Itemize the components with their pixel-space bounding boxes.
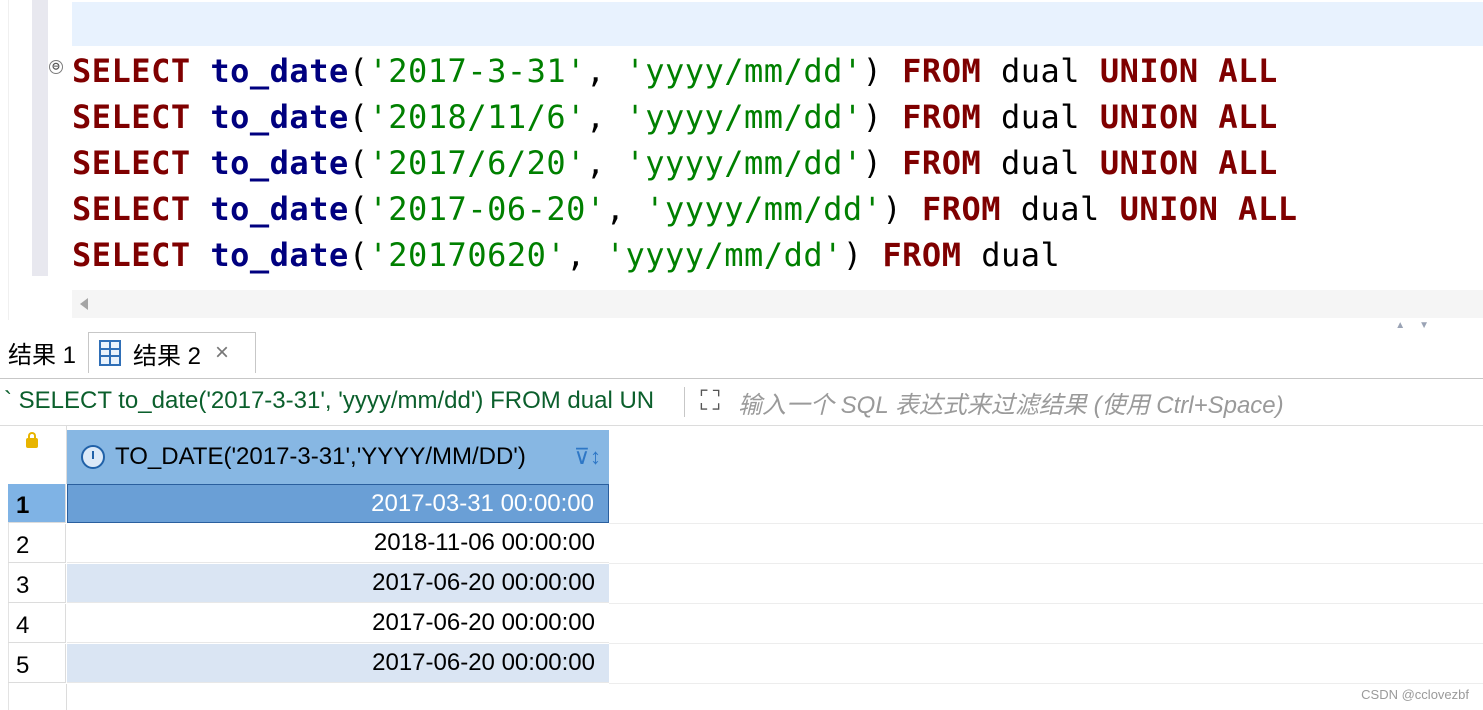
code-token: SELECT — [72, 236, 211, 274]
code-token: 'yyyy/mm/dd' — [625, 52, 863, 90]
expand-icon[interactable]: ⛶ — [694, 385, 726, 417]
code-token: '2017-3-31' — [368, 52, 586, 90]
query-text-label: ` SELECT to_date('2017-3-31', 'yyyy/mm/d… — [4, 387, 655, 414]
horizontal-scrollbar[interactable] — [72, 290, 1483, 318]
code-token: ) — [842, 236, 883, 274]
code-token: SELECT — [72, 52, 211, 90]
sql-editor[interactable]: ⊖ SELECT to_date('2017-3-31', 'yyyy/mm/d… — [0, 0, 1483, 320]
code-token: '2017/6/20' — [368, 144, 586, 182]
code-token: FROM — [902, 98, 1001, 136]
code-token: , — [585, 144, 626, 182]
code-token: ( — [348, 236, 369, 274]
code-token: FROM — [882, 236, 982, 274]
table-grid-icon — [99, 340, 121, 366]
row-number-border — [66, 684, 67, 710]
code-token: 'yyyy/mm/dd' — [605, 236, 843, 274]
lock-icon — [26, 432, 38, 448]
sql-code[interactable]: SELECT to_date('2017-3-31', 'yyyy/mm/dd'… — [72, 48, 1297, 278]
code-token: ) — [862, 98, 903, 136]
code-token: ( — [348, 52, 369, 90]
code-token: , — [585, 52, 626, 90]
code-token: ) — [882, 190, 922, 228]
row-empty-area — [609, 564, 1483, 604]
code-token: FROM — [902, 144, 1001, 182]
code-line[interactable]: SELECT to_date('20170620', 'yyyy/mm/dd')… — [72, 232, 1297, 278]
code-token: '20170620' — [368, 236, 567, 274]
code-token: , — [566, 236, 606, 274]
close-tab-icon[interactable]: × — [215, 339, 229, 367]
datetime-clock-icon — [81, 445, 105, 469]
tab-result-2[interactable]: 结果 2 × — [88, 332, 256, 373]
code-token: ( — [348, 190, 369, 228]
code-token: FROM — [902, 52, 1001, 90]
divider — [684, 387, 685, 417]
row-number[interactable]: 2 — [8, 524, 66, 563]
code-token: SELECT — [72, 98, 211, 136]
code-token: , — [585, 98, 626, 136]
code-token: ) — [862, 52, 903, 90]
row-empty-area — [609, 484, 1483, 524]
tab-label: 结果 1 — [8, 341, 77, 369]
row-empty-area — [609, 644, 1483, 684]
panel-maximize-minimize-icon[interactable]: ▲▼ — [1395, 320, 1443, 331]
filter-sort-icon[interactable]: ⊽↕ — [574, 444, 601, 470]
code-token: dual — [981, 236, 1061, 274]
code-token: '2018/11/6' — [368, 98, 586, 136]
code-token: , — [605, 190, 646, 228]
code-token: to_date — [210, 236, 349, 274]
code-token: dual — [1000, 98, 1100, 136]
row-empty-area — [609, 524, 1483, 564]
collapse-fold-icon[interactable]: ⊖ — [49, 60, 63, 74]
code-token: dual — [1000, 52, 1100, 90]
row-number[interactable]: 1 — [8, 484, 66, 523]
column-header-label: TO_DATE('2017-3-31','YYYY/MM/DD') — [115, 443, 526, 470]
code-token: SELECT — [72, 144, 211, 182]
code-token: dual — [1020, 190, 1120, 228]
code-token: UNION ALL — [1099, 52, 1278, 90]
code-line[interactable]: SELECT to_date('2017/6/20', 'yyyy/mm/dd'… — [72, 140, 1297, 186]
code-token: UNION ALL — [1099, 98, 1278, 136]
code-token: SELECT — [72, 190, 211, 228]
code-token: ( — [348, 98, 369, 136]
table-cell[interactable]: 2017-06-20 00:00:00 — [67, 604, 609, 643]
code-line[interactable]: SELECT to_date('2017-06-20', 'yyyy/mm/dd… — [72, 186, 1297, 232]
code-token: to_date — [210, 144, 349, 182]
filter-bar: ` SELECT to_date('2017-3-31', 'yyyy/mm/d… — [0, 378, 1483, 426]
code-token: 'yyyy/mm/dd' — [625, 144, 863, 182]
tab-label: 结果 2 — [133, 342, 202, 370]
code-token: '2017-06-20' — [368, 190, 606, 228]
filter-input[interactable]: 输入一个 SQL 表达式来过滤结果 (使用 Ctrl+Space) — [738, 385, 1284, 420]
table-cell[interactable]: 2017-06-20 00:00:00 — [67, 564, 609, 603]
row-empty-area — [609, 604, 1483, 644]
row-number[interactable]: 5 — [8, 644, 66, 683]
code-token: FROM — [921, 190, 1021, 228]
code-line[interactable]: SELECT to_date('2018/11/6', 'yyyy/mm/dd'… — [72, 94, 1297, 140]
code-token: dual — [1000, 144, 1100, 182]
code-token: to_date — [210, 190, 349, 228]
results-grid: TO_DATE('2017-3-31','YYYY/MM/DD') ⊽↕ 1 20… — [0, 426, 1483, 710]
code-line[interactable]: SELECT to_date('2017-3-31', 'yyyy/mm/dd'… — [72, 48, 1297, 94]
watermark: CSDN @cclovezbf — [1361, 687, 1469, 702]
current-line-highlight — [72, 2, 1483, 46]
code-token: to_date — [210, 98, 349, 136]
gutter-statement-marker — [32, 0, 48, 276]
table-cell[interactable]: 2017-06-20 00:00:00 — [67, 644, 609, 683]
code-token: 'yyyy/mm/dd' — [645, 190, 883, 228]
grid-corner — [8, 426, 67, 484]
gutter-border — [8, 0, 9, 320]
code-token: to_date — [210, 52, 349, 90]
code-token: ( — [348, 144, 369, 182]
table-cell[interactable]: 2018-11-06 00:00:00 — [67, 524, 609, 563]
code-token: 'yyyy/mm/dd' — [625, 98, 863, 136]
code-token: UNION ALL — [1099, 144, 1278, 182]
results-tab-bar: 结果 1 结果 2 × — [0, 322, 1483, 373]
tab-result-1[interactable]: 结果 1 — [8, 332, 76, 372]
table-cell[interactable]: 2017-03-31 00:00:00 — [67, 484, 609, 523]
scroll-left-arrow-icon[interactable] — [80, 298, 88, 310]
column-header[interactable]: TO_DATE('2017-3-31','YYYY/MM/DD') ⊽↕ — [67, 430, 609, 484]
code-token: UNION ALL — [1119, 190, 1298, 228]
row-number[interactable]: 4 — [8, 604, 66, 643]
code-token: ) — [862, 144, 903, 182]
row-number[interactable]: 3 — [8, 564, 66, 603]
